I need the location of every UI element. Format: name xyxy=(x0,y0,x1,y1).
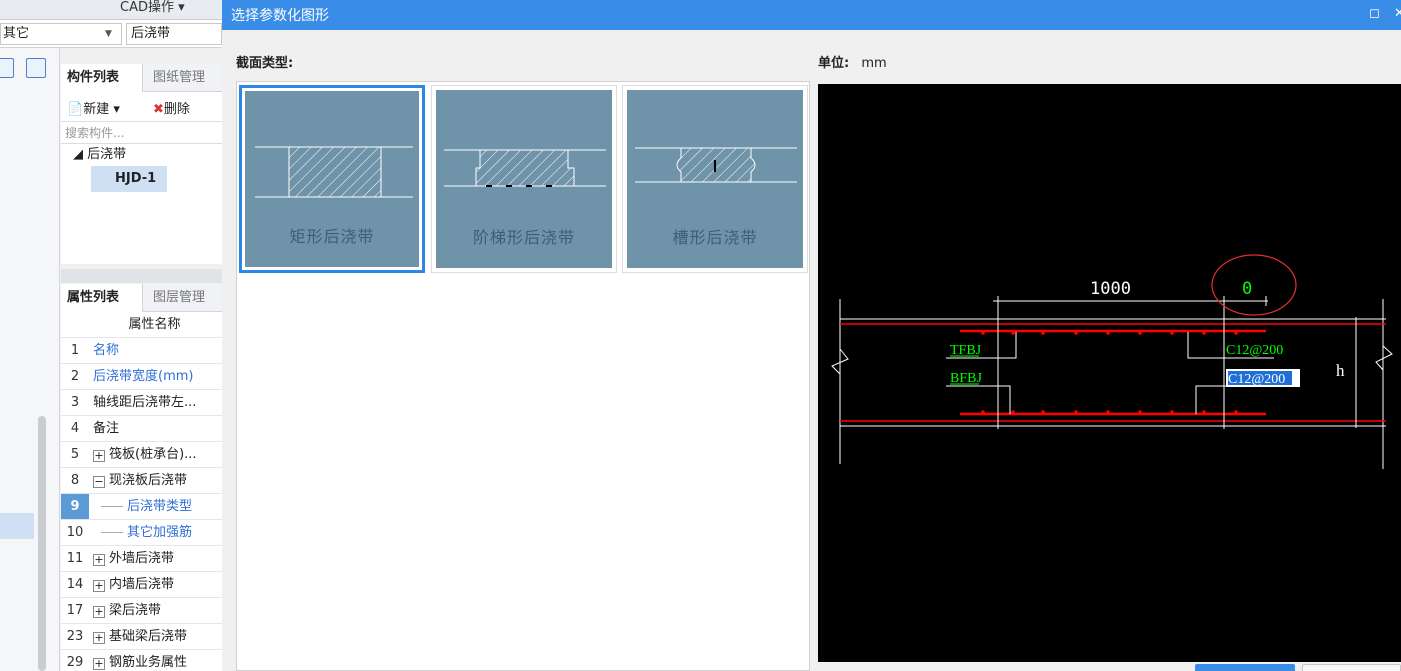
expand-icon[interactable]: + xyxy=(93,658,105,670)
tile-background: 槽形后浇带 xyxy=(627,90,803,268)
shape-tile-groove[interactable]: 槽形后浇带 xyxy=(622,85,808,273)
shape-name: 矩形后浇带 xyxy=(289,227,375,246)
section-preview: 1000 0 TFBJ BFBJ C12@200 C12@200 h xyxy=(818,84,1401,662)
component-tabs: 构件列表 图纸管理 xyxy=(61,64,222,92)
table-row-selected[interactable]: 9 后浇带类型 xyxy=(61,494,222,520)
table-row[interactable]: 2 后浇带宽度(mm) xyxy=(61,364,222,390)
shape-tile-stepped[interactable]: 阶梯形后浇带 xyxy=(431,85,617,273)
parametric-shape-dialog: 选择参数化图形 ◻ ✕ 截面类型: 单位: mm 矩形后浇带 阶梯形后浇带 槽形… xyxy=(222,0,1401,671)
background-filter-row: 其它 ▼ 后浇带 xyxy=(0,20,222,48)
table-row[interactable]: 3 轴线距后浇带左... xyxy=(61,390,222,416)
tab-property-list[interactable]: 属性列表 xyxy=(61,284,143,312)
tree-line xyxy=(101,532,123,533)
component-toolbar: 📄新建 ▾ ✖删除 xyxy=(61,92,222,122)
dim-offset-text[interactable]: 0 xyxy=(1242,279,1252,299)
list-view-icon[interactable] xyxy=(0,58,14,78)
property-tabs: 属性列表 图层管理 xyxy=(61,284,222,312)
cancel-button[interactable] xyxy=(1302,664,1401,671)
element-combo[interactable]: 后浇带 xyxy=(126,23,222,45)
table-row[interactable]: 14 + 内墙后浇带 xyxy=(61,572,222,598)
collapse-icon[interactable]: − xyxy=(93,476,105,488)
property-header: 属性名称 xyxy=(61,312,222,338)
unit-value: mm xyxy=(861,56,887,71)
property-panel-tabs: 属性列表 图层管理 xyxy=(61,284,222,312)
tree-root[interactable]: ◢ 后浇带 xyxy=(61,144,222,166)
left-selection xyxy=(0,513,34,539)
shape-name: 阶梯形后浇带 xyxy=(472,228,575,247)
rectangular-section-icon xyxy=(255,146,413,198)
table-row[interactable]: 10 其它加强筋 xyxy=(61,520,222,546)
section-type-label: 截面类型: xyxy=(236,56,294,71)
unit-label: 单位: xyxy=(818,56,850,71)
bfbj-label: BFBJ xyxy=(950,371,982,386)
table-row[interactable]: 4 备注 xyxy=(61,416,222,442)
table-row[interactable]: 11 + 外墙后浇带 xyxy=(61,546,222,572)
delete-button[interactable]: ✖删除 xyxy=(153,98,190,117)
table-row[interactable]: 5 + 筏板(桩承台)... xyxy=(61,442,222,468)
preview-drawing: 1000 0 TFBJ BFBJ C12@200 C12@200 h xyxy=(831,254,1393,469)
tab-component-list[interactable]: 构件列表 xyxy=(61,64,143,92)
ok-button[interactable] xyxy=(1195,664,1295,671)
maximize-icon[interactable]: ◻ xyxy=(1369,6,1380,21)
shape-gallery: 矩形后浇带 阶梯形后浇带 槽形后浇带 xyxy=(236,81,810,671)
component-panel: 构件列表 图纸管理 📄新建 ▾ ✖删除 搜索构件... ◢ 后浇带 HJD-1 xyxy=(61,64,222,264)
background-left-strip xyxy=(0,48,60,671)
background-menubar: CAD操作 ▾ xyxy=(0,0,222,20)
delete-icon: ✖ xyxy=(153,102,164,117)
type-combo-value: 其它 xyxy=(3,26,30,41)
table-row[interactable]: 23 + 基础梁后浇带 xyxy=(61,624,222,650)
tab-drawing-manage[interactable]: 图纸管理 xyxy=(147,64,211,92)
expand-icon[interactable]: + xyxy=(93,606,105,618)
chevron-down-icon: ▼ xyxy=(105,29,112,39)
element-combo-value: 后浇带 xyxy=(131,26,171,41)
table-row[interactable]: 29 + 钢筋业务属性 xyxy=(61,650,222,671)
cad-menu[interactable]: CAD操作 ▾ xyxy=(120,0,185,15)
screen: CAD操作 ▾ 其它 ▼ 后浇带 构件列表 图纸管理 📄新建 ▾ ✖删除 搜索构… xyxy=(0,0,1401,671)
detail-view-icon[interactable] xyxy=(26,58,46,78)
property-table: 属性名称 1 名称 2 后浇带宽度(mm) 3 轴线距后浇带左... 4 备注 5 + 筏板… xyxy=(61,312,222,671)
bfbj-leader xyxy=(946,385,1011,414)
groove-section-icon xyxy=(635,147,797,183)
expand-icon[interactable]: + xyxy=(93,450,105,462)
dialog-title: 选择参数化图形 xyxy=(231,8,329,24)
table-row[interactable]: 8− 现浇板后浇带 xyxy=(61,468,222,494)
collapse-icon: ◢ xyxy=(73,147,83,162)
table-row[interactable]: 17 + 梁后浇带 xyxy=(61,598,222,624)
expand-icon[interactable]: + xyxy=(93,632,105,644)
shape-name: 槽形后浇带 xyxy=(672,228,758,247)
dim-width-text[interactable]: 1000 xyxy=(1090,279,1131,299)
component-tree: ◢ 后浇带 HJD-1 xyxy=(61,144,222,192)
tile-background: 矩形后浇带 xyxy=(245,91,419,267)
expand-icon[interactable]: + xyxy=(93,554,105,566)
unit-label-group: 单位: mm xyxy=(818,52,887,71)
scrollbar[interactable] xyxy=(38,416,46,671)
shape-tile-rectangular[interactable]: 矩形后浇带 xyxy=(239,85,425,273)
right-break-icon xyxy=(1375,345,1393,371)
search-input[interactable]: 搜索构件... xyxy=(61,122,222,144)
expand-icon[interactable]: + xyxy=(93,580,105,592)
rebar-dots xyxy=(981,331,1238,414)
stepped-section-icon xyxy=(444,149,606,187)
close-icon[interactable]: ✕ xyxy=(1394,6,1401,21)
bottom-value-leader xyxy=(1195,385,1274,414)
tree-item-hjd1[interactable]: HJD-1 xyxy=(91,166,167,192)
new-file-icon: 📄 xyxy=(67,102,84,117)
dialog-titlebar: 选择参数化图形 ◻ ✕ xyxy=(222,0,1401,30)
tfbj-label: TFBJ xyxy=(950,343,982,358)
height-label[interactable]: h xyxy=(1336,361,1345,380)
type-combo[interactable]: 其它 ▼ xyxy=(0,23,122,45)
new-button[interactable]: 📄新建 ▾ xyxy=(67,98,120,117)
tab-layer-manage[interactable]: 图层管理 xyxy=(147,284,211,312)
panel-splitter[interactable] xyxy=(61,269,222,283)
bottom-rebar-value[interactable]: C12@200 xyxy=(1228,372,1285,387)
table-row[interactable]: 1 名称 xyxy=(61,338,222,364)
top-rebar-value[interactable]: C12@200 xyxy=(1226,343,1283,358)
tree-line xyxy=(101,506,123,507)
tile-background: 阶梯形后浇带 xyxy=(436,90,612,268)
highlight-circle xyxy=(1211,254,1297,316)
